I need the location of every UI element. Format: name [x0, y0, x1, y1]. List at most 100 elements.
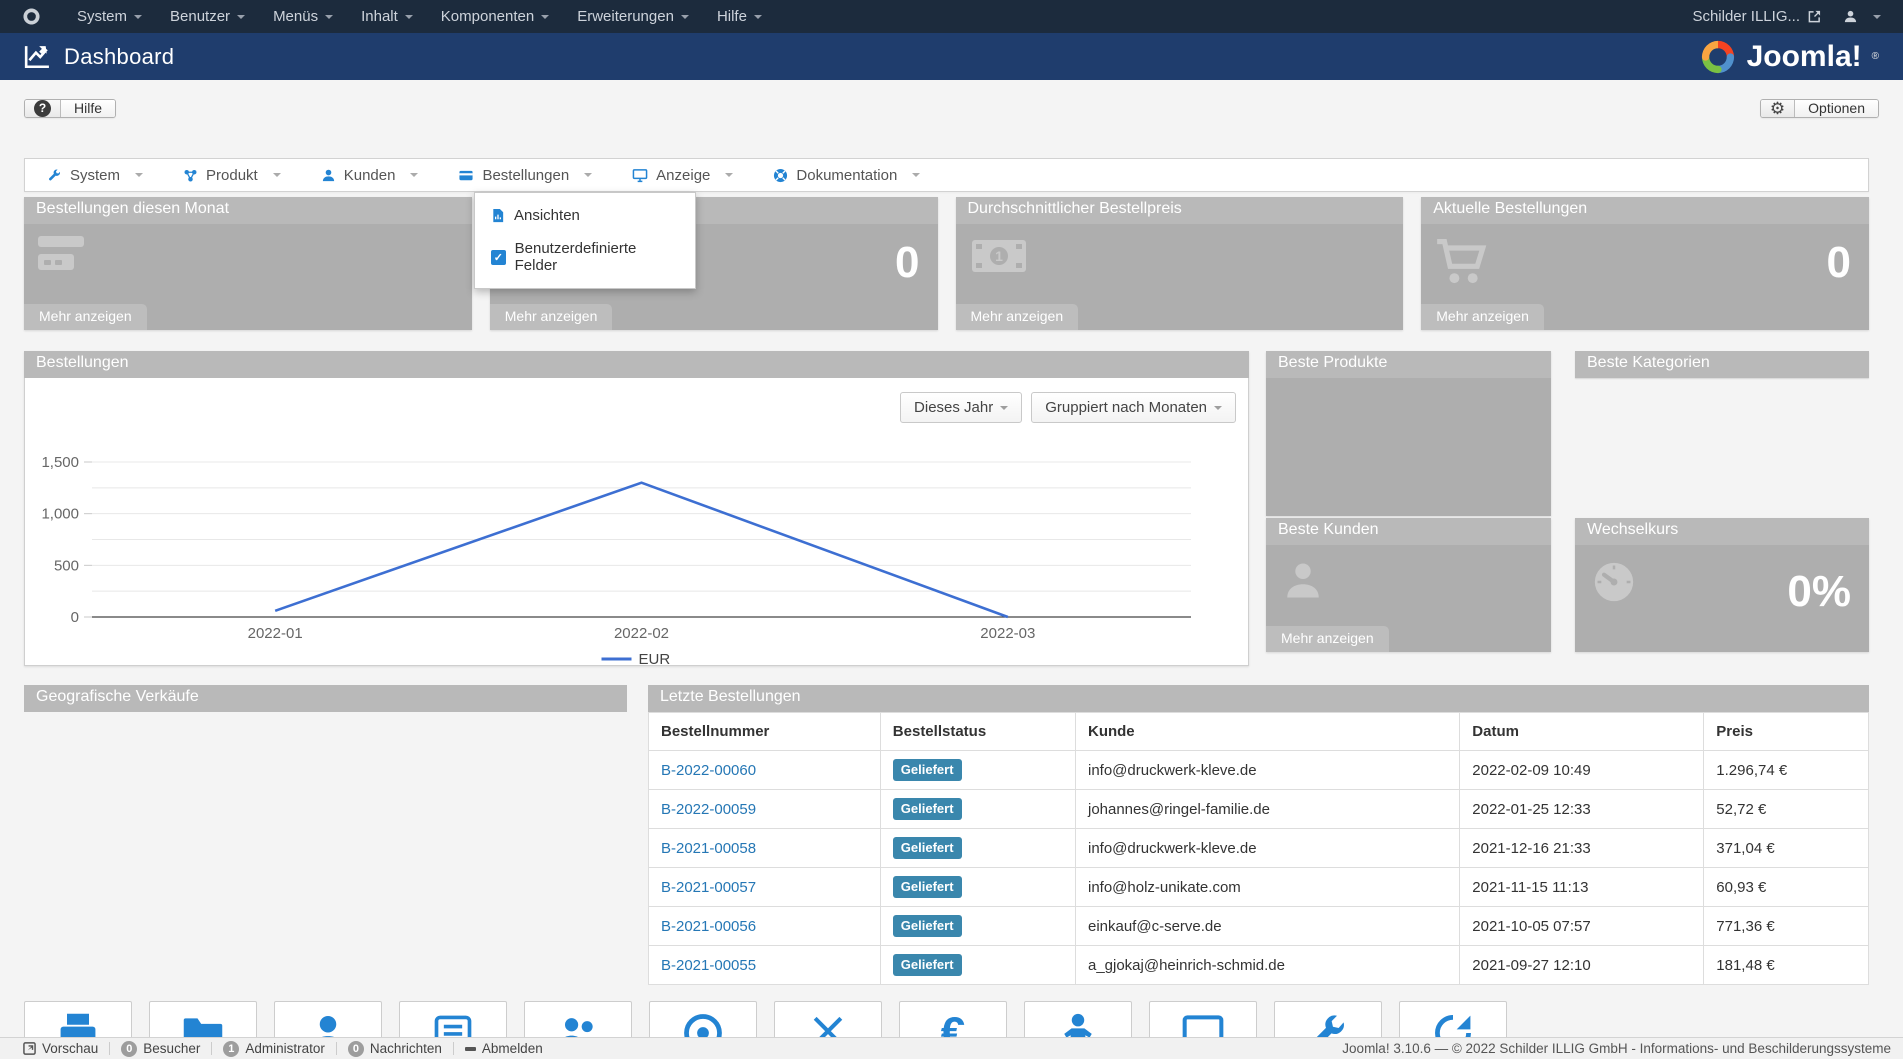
price-cell: 60,93 € [1704, 868, 1869, 907]
table-row: B-2021-00057 Geliefert info@holz-unikate… [649, 868, 1869, 907]
menubar-label: System [70, 167, 120, 184]
more-link[interactable]: Mehr anzeigen [956, 304, 1079, 330]
panel-title: Bestellungen [24, 351, 1249, 378]
table-row: B-2021-00058 Geliefert info@druckwerk-kl… [649, 829, 1869, 868]
menubar-label: Produkt [206, 167, 258, 184]
topbar-item-inhalt[interactable]: Inhalt [347, 0, 427, 33]
exchange-rate-panel: Wechselkurs 0% [1575, 518, 1869, 652]
card-title: Aktuelle Bestellungen [1421, 197, 1869, 224]
chevron-down-icon [135, 173, 143, 177]
col-bestellnummer: Bestellnummer [649, 713, 881, 751]
menubar-item-dokumentation[interactable]: Dokumentation [773, 167, 920, 184]
panel-title: Beste Kunden [1266, 518, 1551, 545]
menubar-item-bestellungen[interactable]: Bestellungen [458, 167, 592, 184]
topbar-label: Erweiterungen [577, 8, 674, 25]
svg-text:1,000: 1,000 [41, 506, 79, 523]
more-link[interactable]: Mehr anzeigen [490, 304, 613, 330]
user-menu[interactable] [1843, 9, 1881, 24]
menubar-item-anzeige[interactable]: Anzeige [632, 167, 733, 184]
more-link[interactable]: Mehr anzeigen [1266, 626, 1389, 652]
menubar-item-kunden[interactable]: Kunden [321, 167, 419, 184]
orders-line-chart: 05001,0001,5002022-012022-022022-03EUR [25, 430, 1248, 665]
chevron-down-icon [754, 15, 762, 19]
gear-icon: ⚙ [1761, 100, 1795, 117]
menubar-label: Anzeige [656, 167, 710, 184]
chevron-down-icon [410, 173, 418, 177]
svg-text:2022-03: 2022-03 [980, 625, 1035, 642]
admin-count-badge: 1 [223, 1041, 239, 1057]
best-products-panel: Beste Produkte [1266, 351, 1551, 516]
visitors-status[interactable]: 0 Besucher [110, 1041, 211, 1057]
date-cell: 2021-12-16 21:33 [1460, 829, 1704, 868]
more-link[interactable]: Mehr anzeigen [24, 304, 147, 330]
topbar-label: Hilfe [717, 8, 747, 25]
order-link[interactable]: B-2022-00060 [661, 762, 756, 779]
table-row: B-2022-00060 Geliefert info@druckwerk-kl… [649, 751, 1869, 790]
date-cell: 2021-09-27 12:10 [1460, 946, 1704, 985]
joomla-symbol-icon [22, 7, 41, 26]
chevron-down-icon [1214, 406, 1222, 410]
admins-status[interactable]: 1 Administrator [212, 1041, 336, 1057]
card-value: 0 [1827, 238, 1851, 288]
order-link[interactable]: B-2022-00059 [661, 801, 756, 818]
table-row: B-2021-00056 Geliefert einkauf@c-serve.d… [649, 907, 1869, 946]
orders-table: Bestellnummer Bestellstatus Kunde Datum … [648, 712, 1869, 985]
order-link[interactable]: B-2021-00057 [661, 879, 756, 896]
best-products-body [1266, 378, 1551, 516]
chevron-down-icon [237, 15, 245, 19]
order-link[interactable]: B-2021-00056 [661, 918, 756, 935]
messages-status[interactable]: 0 Nachrichten [337, 1041, 453, 1057]
topbar-item-benutzer[interactable]: Benutzer [156, 0, 259, 33]
topbar-item-menus[interactable]: Menüs [259, 0, 347, 33]
topbar-item-erweiterungen[interactable]: Erweiterungen [563, 0, 703, 33]
price-cell: 1.296,74 € [1704, 751, 1869, 790]
topbar-item-komponenten[interactable]: Komponenten [427, 0, 563, 33]
panel-title: Letzte Bestellungen [648, 685, 1869, 712]
status-badge: Geliefert [893, 798, 962, 820]
date-cell: 2022-01-25 12:33 [1460, 790, 1704, 829]
grouping-dropdown-button[interactable]: Gruppiert nach Monaten [1031, 392, 1236, 423]
more-link[interactable]: Mehr anzeigen [1421, 304, 1544, 330]
page-title: Dashboard [64, 44, 174, 70]
toolbar: ? Hilfe ⚙ Optionen [24, 92, 1879, 124]
card-title: Bestellungen diesen Monat [24, 197, 472, 224]
person-icon [1282, 559, 1324, 606]
component-titlebar: Dashboard Joomla!® [0, 33, 1903, 80]
menubar-item-produkt[interactable]: Produkt [183, 167, 281, 184]
chevron-down-icon [134, 15, 142, 19]
dropdown-item-ansichten[interactable]: Ansichten [475, 199, 695, 232]
external-link-square-icon [23, 1042, 36, 1055]
chevron-down-icon [405, 15, 413, 19]
menubar-item-system[interactable]: System [47, 167, 143, 184]
order-link[interactable]: B-2021-00058 [661, 840, 756, 857]
help-button[interactable]: ? Hilfe [24, 99, 116, 118]
site-preview-link[interactable]: Schilder ILLIG... [1692, 8, 1821, 25]
panel-title: Beste Produkte [1266, 351, 1551, 378]
topbar-item-hilfe[interactable]: Hilfe [703, 0, 776, 33]
joomla-logo: Joomla!® [1699, 38, 1879, 76]
chevron-down-icon [325, 15, 333, 19]
best-customers-panel: Beste Kunden Mehr anzeigen [1266, 518, 1551, 652]
order-link[interactable]: B-2021-00055 [661, 957, 756, 974]
period-dropdown-button[interactable]: Dieses Jahr [900, 392, 1022, 423]
wrench-icon [47, 168, 62, 183]
external-link-icon [1808, 10, 1821, 23]
chevron-down-icon [725, 173, 733, 177]
chart-line-icon [24, 45, 50, 69]
logout-link[interactable]: Abmelden [454, 1041, 554, 1056]
topbar-item-system[interactable]: System [63, 0, 156, 33]
date-cell: 2021-11-15 11:13 [1460, 868, 1704, 907]
chevron-down-icon [1000, 406, 1008, 410]
component-menubar: System Produkt Kunden Bestellungen Anzei… [24, 158, 1869, 192]
svg-text:1,500: 1,500 [41, 454, 79, 471]
anzeige-dropdown: Ansichten ✓ Benutzerdefinierte Felder [474, 192, 696, 289]
dropdown-item-label: Benutzerdefinierte Felder [515, 240, 679, 274]
registered-mark: ® [1872, 51, 1879, 62]
geographic-sales-panel: Geografische Verkäufe [24, 685, 627, 712]
dropdown-item-benutzerdefinierte-felder[interactable]: ✓ Benutzerdefinierte Felder [475, 232, 695, 282]
user-icon [321, 168, 336, 183]
svg-text:0: 0 [71, 609, 79, 626]
topbar-label: Benutzer [170, 8, 230, 25]
options-button[interactable]: ⚙ Optionen [1760, 99, 1879, 118]
preview-link[interactable]: Vorschau [12, 1041, 109, 1056]
